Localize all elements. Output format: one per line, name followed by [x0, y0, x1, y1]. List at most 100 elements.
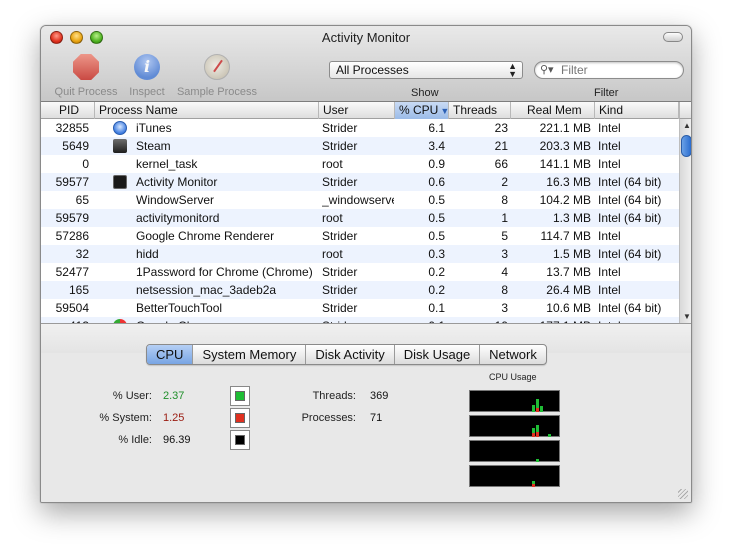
- idle-percent-value: 96.39: [163, 434, 191, 446]
- cpu-cell: 0.5: [428, 193, 445, 207]
- filter-input[interactable]: [561, 63, 671, 77]
- pid-cell: 165: [68, 283, 89, 297]
- kind-cell: Intel: [598, 265, 621, 279]
- process-name-cell: Steam: [136, 139, 171, 153]
- threads-label: Threads:: [312, 390, 356, 402]
- table-row[interactable]: 165 netsession_mac_3adeb2a Strider 0.2 8 26.4…: [41, 281, 679, 299]
- user-cell: Strider: [322, 139, 358, 153]
- show-processes-select[interactable]: All Processes ▲ ▼: [329, 61, 523, 79]
- kind-cell: Intel (64 bit): [598, 211, 662, 225]
- process-name-cell: BetterTouchTool: [136, 301, 223, 315]
- process-name-cell: iTunes: [136, 121, 172, 135]
- cpu-cell: 0.6: [428, 175, 445, 189]
- user-cell: Strider: [322, 301, 358, 315]
- quit-process-button[interactable]: Quit Process: [50, 54, 122, 98]
- cpu-usage-title: CPU Usage: [489, 372, 537, 382]
- threads-cell: 8: [501, 283, 508, 297]
- threads-cell: 21: [494, 139, 508, 153]
- scroll-down-icon[interactable]: ▼: [683, 312, 691, 321]
- quit-process-label: Quit Process: [54, 86, 118, 98]
- sort-descending-icon: ▼: [440, 106, 449, 116]
- cpu-core-4-graph: [469, 465, 560, 487]
- pid-cell: 65: [75, 193, 89, 207]
- column-header-user[interactable]: User: [319, 102, 395, 119]
- cpu-cell: 0.3: [428, 247, 445, 261]
- cpu-bar: [536, 459, 539, 462]
- threads-cell: 1: [501, 211, 508, 225]
- tab-cpu[interactable]: CPU: [147, 345, 194, 364]
- user-color-well[interactable]: [230, 386, 250, 406]
- column-header-kind[interactable]: Kind: [595, 102, 679, 119]
- tab-system-memory[interactable]: System Memory: [193, 345, 307, 364]
- processes-label: Processes:: [301, 412, 356, 424]
- table-row[interactable]: 59577 Activity Monitor Strider 0.6 2 16.3 MB I…: [41, 173, 679, 191]
- filter-label: Filter: [594, 87, 619, 99]
- user-cell: _windowserver: [322, 193, 394, 207]
- tab-disk-activity[interactable]: Disk Activity: [306, 345, 395, 364]
- inspect-button[interactable]: i Inspect: [125, 54, 169, 98]
- column-header-real-mem[interactable]: Real Mem: [511, 102, 595, 119]
- table-row[interactable]: 59579 activitymonitord root 0.5 1 1.3 MB Intel…: [41, 209, 679, 227]
- idle-color-well[interactable]: [230, 430, 250, 450]
- process-name-cell: netsession_mac_3adeb2a: [136, 283, 277, 297]
- table-row[interactable]: 59504 BetterTouchTool Strider 0.1 3 10.6 MB In…: [41, 299, 679, 317]
- pid-cell: 32855: [55, 121, 89, 135]
- cpu-core-2-graph: [469, 415, 560, 437]
- table-row[interactable]: 52477 1Password for Chrome (Chrome) Stride…: [41, 263, 679, 281]
- table-row[interactable]: 32 hidd root 0.3 3 1.5 MB Intel (64 bit): [41, 245, 679, 263]
- resize-grip-icon[interactable]: [678, 489, 688, 499]
- sample-process-button[interactable]: Sample Process: [175, 54, 259, 98]
- threads-value: 369: [370, 390, 389, 402]
- cpu-cell: 3.4: [428, 139, 445, 153]
- toolbar-toggle-button[interactable]: [663, 32, 683, 42]
- idle-percent-label: % Idle:: [118, 434, 152, 446]
- user-cell: Strider: [322, 283, 358, 297]
- real-mem-cell: 203.3 MB: [539, 139, 591, 153]
- scroll-thumb[interactable]: [681, 135, 691, 157]
- column-header-threads[interactable]: Threads: [449, 102, 511, 119]
- stats-pane: % User: 2.37 % System: 1.25 % Idle: 96.3…: [41, 353, 691, 502]
- threads-cell: 66: [494, 157, 508, 171]
- table-row[interactable]: 32855 iTunes Strider 6.1 23 221.1 MB Intel: [41, 119, 679, 137]
- idle-color-swatch: [235, 435, 245, 445]
- real-mem-cell: 141.1 MB: [539, 157, 591, 171]
- kind-cell: Intel: [598, 139, 621, 153]
- kind-cell: Intel (64 bit): [598, 175, 662, 189]
- tab-disk-usage[interactable]: Disk Usage: [395, 345, 481, 364]
- stats-tab-bar: CPU System Memory Disk Activity Disk Usa…: [146, 344, 547, 365]
- column-header-cpu[interactable]: % CPU ▼: [395, 102, 449, 119]
- activity-monitor-icon: [113, 175, 127, 189]
- table-row[interactable]: 5649 Steam Strider 3.4 21 203.3 MB Intel: [41, 137, 679, 155]
- user-cell: Strider: [322, 121, 358, 135]
- real-mem-cell: 221.1 MB: [539, 121, 591, 135]
- column-header-pid[interactable]: PID: [41, 102, 95, 119]
- table-row[interactable]: 57286 Google Chrome Renderer Strider 0.5 5 11…: [41, 227, 679, 245]
- process-table-scrollbar[interactable]: ▲ ▼: [679, 119, 691, 323]
- process-name-cell: Activity Monitor: [136, 175, 218, 189]
- process-table-body: 32855 iTunes Strider 6.1 23 221.1 MB Intel 5649…: [41, 119, 679, 323]
- filter-field[interactable]: ⚲▾: [534, 61, 684, 79]
- cpu-bar: [536, 432, 539, 437]
- process-name-cell: kernel_task: [136, 157, 198, 171]
- sample-gauge-icon: [204, 54, 230, 80]
- steam-icon: [113, 139, 127, 153]
- tab-network[interactable]: Network: [480, 345, 546, 364]
- info-icon: i: [134, 54, 160, 80]
- cpu-cell: 0.9: [428, 157, 445, 171]
- column-header-process-name[interactable]: Process Name: [95, 102, 319, 119]
- process-name-cell: Google Chrome Renderer: [136, 229, 275, 243]
- scroll-up-icon[interactable]: ▲: [683, 121, 691, 130]
- process-name-cell: WindowServer: [136, 193, 215, 207]
- system-color-well[interactable]: [230, 408, 250, 428]
- pid-cell: 57286: [55, 229, 89, 243]
- real-mem-cell: 114.7 MB: [540, 229, 591, 243]
- table-row[interactable]: 0 kernel_task root 0.9 66 141.1 MB Intel: [41, 155, 679, 173]
- show-select-value: All Processes: [336, 63, 409, 77]
- threads-cell: 23: [494, 121, 508, 135]
- system-color-swatch: [235, 413, 245, 423]
- cpu-cell: 0.2: [428, 283, 445, 297]
- table-row[interactable]: 65 WindowServer _windowserver 0.5 8 104.2 MB I…: [41, 191, 679, 209]
- real-mem-cell: 1.5 MB: [552, 247, 591, 261]
- process-name-cell: 1Password for Chrome (Chrome): [136, 265, 313, 279]
- cpu-bar: [532, 484, 535, 487]
